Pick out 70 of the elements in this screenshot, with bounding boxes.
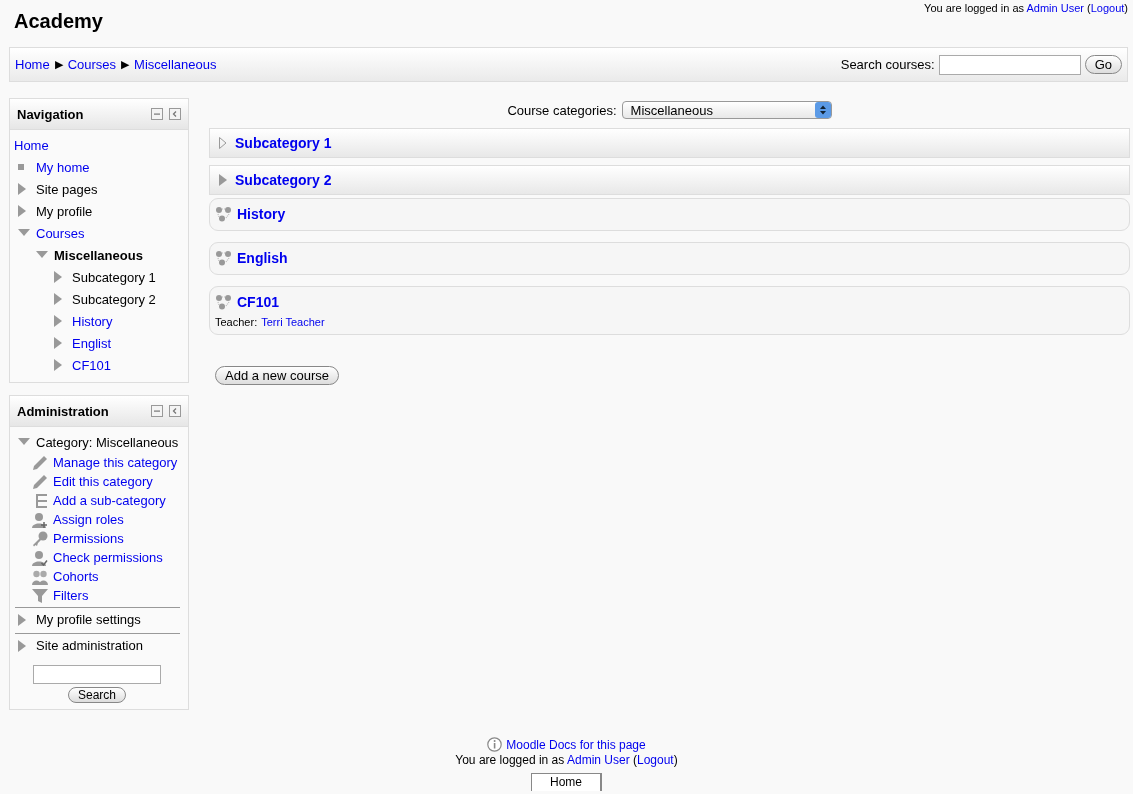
dock-icon[interactable] <box>169 108 181 120</box>
funnel-icon <box>32 587 48 604</box>
key-icon <box>32 530 48 547</box>
breadcrumb-link[interactable]: Courses <box>67 57 117 72</box>
pencil-icon <box>32 473 48 490</box>
category-dropdown[interactable]: Miscellaneous <box>621 101 832 119</box>
teacher-label: Teacher: <box>215 316 258 328</box>
breadcrumb-link[interactable]: Miscellaneous <box>134 57 217 72</box>
nav-item[interactable]: Category: Miscellaneous <box>36 434 179 450</box>
stepper-arrows-icon <box>814 102 831 118</box>
block-title: Administration <box>17 403 109 419</box>
admin-link[interactable]: Check permissions <box>53 550 163 565</box>
bullet-icon <box>18 164 24 170</box>
dock-icon[interactable] <box>169 405 181 417</box>
link[interactable]: Admin User <box>1026 2 1084 14</box>
docs-link[interactable]: Moodle Docs for this page <box>506 737 646 752</box>
admin-link[interactable]: Edit this category <box>53 474 153 489</box>
nav-item[interactable]: Site administration <box>36 638 143 653</box>
nav-item[interactable]: My profile <box>36 203 93 219</box>
breadcrumb-separator: ▶ <box>121 58 130 71</box>
breadcrumb-link[interactable]: Home <box>15 57 50 72</box>
login-info: You are logged in as Admin User (Logout) <box>924 2 1128 16</box>
link[interactable]: Logout <box>1090 2 1125 14</box>
link[interactable]: Logout <box>637 753 674 767</box>
course-link[interactable]: English <box>237 250 288 266</box>
course-link[interactable]: History <box>237 206 286 222</box>
search-button[interactable]: Search <box>68 687 126 703</box>
course-icon <box>215 206 232 222</box>
nav-item[interactable]: Subcategory 2 <box>72 291 156 307</box>
search-label: Search courses: <box>840 57 935 72</box>
users-icon <box>32 568 48 585</box>
go-button[interactable]: Go <box>1084 55 1122 74</box>
category-link[interactable]: Subcategory 2 <box>235 172 332 188</box>
nav-item[interactable]: Miscellaneous <box>54 247 143 263</box>
teacher-link[interactable]: Terri Teacher <box>261 316 325 328</box>
nav-item[interactable]: My profile settings <box>36 612 141 627</box>
add-course-button[interactable]: Add a new course <box>215 366 340 385</box>
info-icon <box>487 737 503 752</box>
minimize-icon[interactable] <box>151 405 163 417</box>
category-link[interactable]: Subcategory 1 <box>235 135 332 151</box>
admin-link[interactable]: Cohorts <box>53 569 99 584</box>
site-title: Academy <box>14 10 103 34</box>
admin-link[interactable]: Manage this category <box>53 455 178 470</box>
course-link[interactable]: CF101 <box>237 294 280 310</box>
admin-link[interactable]: Permissions <box>53 531 124 546</box>
block-title: Navigation <box>17 106 84 122</box>
nav-item[interactable]: Home <box>14 137 49 153</box>
admin-link[interactable]: Add a sub-category <box>53 493 166 508</box>
nav-item[interactable]: Site pages <box>36 181 98 197</box>
nav-item[interactable]: Courses <box>36 225 85 241</box>
login-info: You are logged in as Admin User (Logout) <box>455 753 678 767</box>
user-check-icon <box>32 549 48 566</box>
nav-item[interactable]: My home <box>36 159 90 175</box>
search-field[interactable] <box>938 54 1081 75</box>
user-add-icon <box>32 511 48 528</box>
course-icon <box>215 250 232 266</box>
course-categories-label: Course categories: <box>507 102 617 118</box>
admin-link[interactable]: Filters <box>53 588 89 603</box>
nav-item[interactable]: History <box>72 313 113 329</box>
nav-item[interactable]: CF101 <box>72 357 112 373</box>
course-icon <box>215 294 232 310</box>
minimize-icon[interactable] <box>151 108 163 120</box>
admin-link[interactable]: Assign roles <box>53 512 124 527</box>
link[interactable]: Admin User <box>566 753 630 767</box>
nav-item[interactable]: Subcategory 1 <box>72 269 156 285</box>
pencil-icon <box>32 454 48 471</box>
search-field[interactable] <box>33 665 161 684</box>
home-tab[interactable]: Home <box>531 773 602 791</box>
breadcrumb-separator: ▶ <box>54 58 63 71</box>
nav-item[interactable]: Englist <box>72 335 112 351</box>
